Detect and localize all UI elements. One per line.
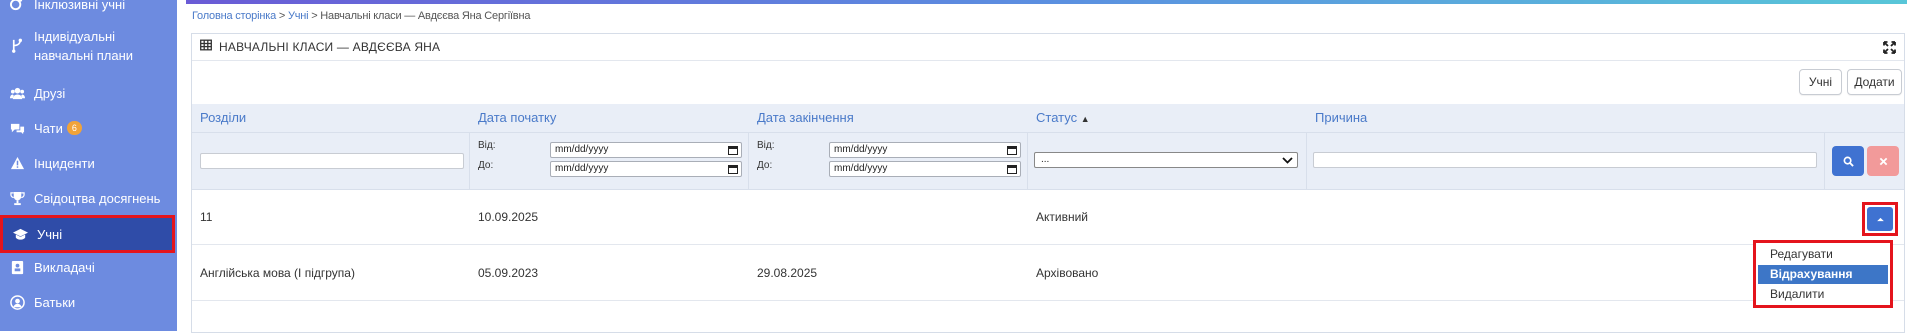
panel-header: НАВЧАЛЬНІ КЛАСИ — АВДЄЄВА ЯНА	[192, 34, 1904, 61]
sidebar-item-inclusive-students[interactable]: Інклюзивні учні	[0, 0, 175, 15]
filter-sections-input[interactable]	[200, 153, 464, 169]
students-button[interactable]: Учні	[1799, 69, 1842, 95]
sidebar-item-chats[interactable]: Чати 6	[0, 117, 175, 139]
breadcrumb-current: > Навчальні класи — Авдєєва Яна Сергіївн…	[308, 10, 531, 22]
sidebar-item-teachers[interactable]: Викладачі	[0, 256, 175, 278]
clear-filters-button[interactable]	[1867, 146, 1899, 176]
table-header: Розділи Дата початку Дата закінчення Ста…	[192, 104, 1904, 132]
column-header-reason[interactable]: Причина	[1315, 104, 1367, 132]
breadcrumb-students-link[interactable]: Учні	[288, 10, 309, 22]
close-icon	[1879, 157, 1887, 165]
sort-asc-icon: ▲	[1080, 114, 1090, 124]
column-header-sections[interactable]: Розділи	[200, 104, 246, 132]
column-header-status[interactable]: Статус ▲	[1036, 104, 1090, 132]
inclusive-icon	[6, 0, 28, 12]
filter-status-cell: ...	[1028, 133, 1307, 189]
filter-from-label: Від:	[478, 140, 496, 151]
filter-start-date-cell: Від: До: mm/dd/yyyy mm/dd/yyyy	[470, 133, 749, 189]
cell-status: Активний	[1036, 210, 1088, 224]
cell-section: Англійська мова (I підгрупа)	[200, 266, 355, 280]
row-actions-button[interactable]	[1867, 207, 1893, 231]
filter-to-label: До:	[757, 160, 773, 171]
top-gradient-bar	[186, 0, 1907, 4]
sidebar-item-label: Свідоцтва досягнень	[34, 190, 161, 206]
sidebar-item-label: Учні	[37, 226, 63, 242]
status-select[interactable]: ...	[1034, 152, 1298, 168]
chevron-down-icon	[1282, 156, 1293, 165]
menu-item-expel[interactable]: Відрахування	[1758, 265, 1888, 284]
menu-item-edit[interactable]: Редагувати	[1758, 245, 1888, 264]
filter-row: Від: До: mm/dd/yyyy mm/dd/yyyy Від: До: …	[192, 132, 1904, 190]
calendar-icon[interactable]	[728, 145, 738, 155]
user-circle-icon	[6, 294, 28, 310]
sidebar: Інклюзивні учні Індивідуальні навчальні …	[0, 0, 177, 331]
cell-start-date: 10.09.2025	[478, 210, 539, 224]
sidebar-item-achievements[interactable]: Свідоцтва досягнень	[0, 187, 175, 209]
breadcrumb: Головна сторінка > Учні > Навчальні клас…	[192, 10, 530, 22]
classes-panel: НАВЧАЛЬНІ КЛАСИ — АВДЄЄВА ЯНА Учні Додат…	[191, 33, 1905, 333]
calendar-icon[interactable]	[728, 164, 738, 174]
row-actions-highlight	[1862, 202, 1898, 236]
calendar-icon[interactable]	[1007, 164, 1017, 174]
add-button[interactable]: Додати	[1847, 69, 1902, 95]
caret-up-icon	[1876, 217, 1884, 221]
filter-reason-input[interactable]	[1313, 152, 1817, 168]
sidebar-item-label: Чати	[34, 120, 63, 136]
row-actions-menu: Редагувати Відрахування Видалити	[1753, 240, 1893, 308]
sidebar-item-friends[interactable]: Друзі	[0, 82, 175, 104]
breadcrumb-home-link[interactable]: Головна сторінка	[192, 10, 276, 22]
branch-icon	[6, 37, 28, 53]
menu-item-delete[interactable]: Видалити	[1758, 285, 1888, 304]
breadcrumb-separator: >	[276, 10, 288, 22]
sidebar-item-students[interactable]: Учні	[0, 215, 175, 253]
sidebar-item-label: Друзі	[34, 85, 66, 101]
filter-reason-cell	[1307, 133, 1825, 189]
search-icon	[1843, 156, 1854, 167]
sidebar-item-label: Інциденти	[34, 155, 95, 171]
table-icon	[200, 38, 212, 56]
expand-icon[interactable]	[1883, 41, 1896, 54]
sidebar-item-individual-plans[interactable]: Індивідуальні навчальні плани	[0, 27, 175, 67]
cell-status: Архівовано	[1036, 266, 1099, 280]
column-header-status-label: Статус	[1036, 110, 1078, 125]
chats-count-badge: 6	[66, 121, 82, 135]
sidebar-item-label: Індивідуальні навчальні плани	[34, 29, 134, 63]
end-date-from-input[interactable]: mm/dd/yyyy	[829, 142, 1021, 158]
cell-start-date: 05.09.2023	[478, 266, 539, 280]
column-header-start-date[interactable]: Дата початку	[478, 104, 556, 132]
panel-title: НАВЧАЛЬНІ КЛАСИ — АВДЄЄВА ЯНА	[219, 40, 441, 54]
sidebar-item-parents[interactable]: Батьки	[0, 291, 175, 313]
filter-from-label: Від:	[757, 140, 775, 151]
end-date-to-input[interactable]: mm/dd/yyyy	[829, 161, 1021, 177]
sidebar-item-label: Батьки	[34, 294, 76, 310]
calendar-icon[interactable]	[1007, 145, 1017, 155]
start-date-from-input[interactable]: mm/dd/yyyy	[550, 142, 742, 158]
cell-end-date: 29.08.2025	[757, 266, 818, 280]
teacher-icon	[6, 259, 28, 275]
table-row: Англійська мова (I підгрупа) 05.09.2023 …	[192, 246, 1904, 301]
column-header-end-date[interactable]: Дата закінчення	[757, 104, 854, 132]
warning-icon	[6, 155, 28, 171]
chat-icon	[6, 120, 28, 136]
trophy-icon	[6, 190, 28, 206]
friends-icon	[6, 85, 28, 101]
table-row: 11 10.09.2025 Активний	[192, 190, 1904, 245]
filter-end-date-cell: Від: До: mm/dd/yyyy mm/dd/yyyy	[749, 133, 1028, 189]
search-button[interactable]	[1832, 146, 1864, 176]
sidebar-item-label: Інклюзивні учні	[34, 0, 126, 12]
sidebar-item-incidents[interactable]: Інциденти	[0, 152, 175, 174]
cell-section: 11	[200, 210, 213, 224]
filter-to-label: До:	[478, 160, 494, 171]
start-date-to-input[interactable]: mm/dd/yyyy	[550, 161, 742, 177]
graduation-cap-icon	[9, 226, 31, 242]
sidebar-item-label: Викладачі	[34, 259, 95, 275]
filter-sections-cell	[192, 133, 470, 189]
